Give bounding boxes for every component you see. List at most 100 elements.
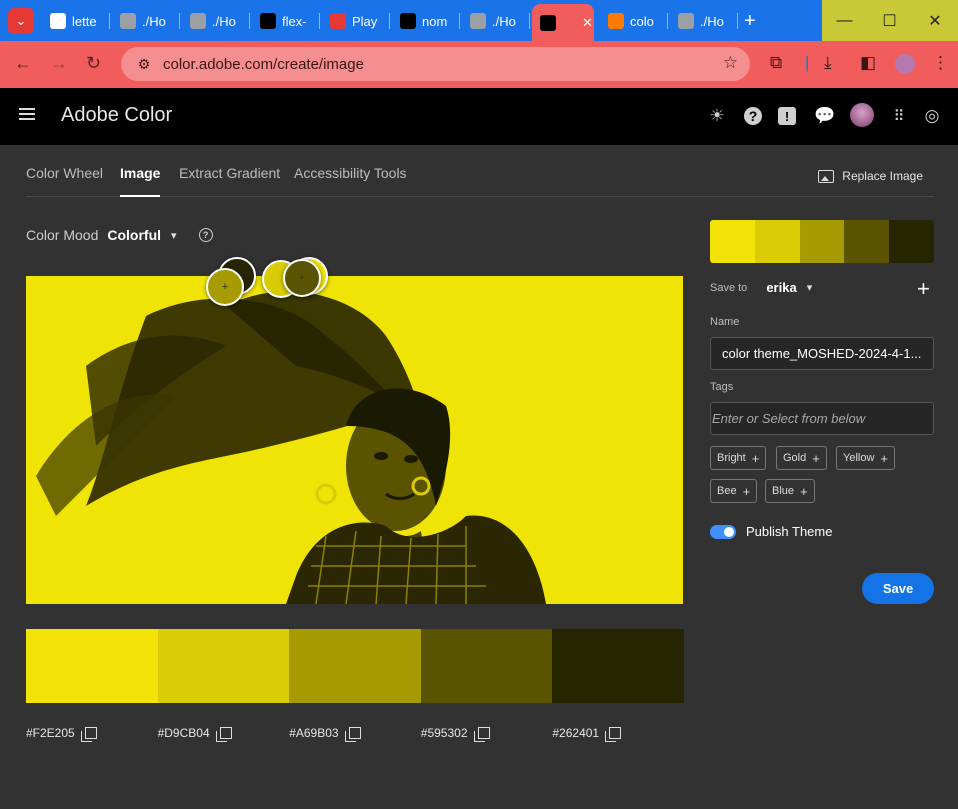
copy-icon[interactable] [80,727,97,742]
theme-swatch[interactable] [420,629,553,703]
copy-icon[interactable] [215,727,232,742]
browser-tab-label: Play [352,13,378,29]
maximize-button[interactable]: ☐ [867,0,912,41]
source-image[interactable] [26,276,683,604]
close-tab-icon[interactable]: ✕ [582,15,593,31]
publish-toggle[interactable] [710,525,736,539]
plus-icon: + [742,483,751,499]
github-icon [400,13,416,29]
hex-code-text: #595302 [420,726,468,740]
browser-tab[interactable]: lette [42,6,110,36]
preview-swatch [754,220,800,263]
hamburger-menu-icon[interactable] [19,108,35,120]
tags-input[interactable]: Enter or Select from below [710,402,934,435]
copy-icon[interactable] [605,727,622,742]
reload-icon[interactable]: ↻ [86,53,101,74]
color-mood-dropdown[interactable]: Colorful [107,227,161,243]
apps-grid-icon[interactable]: ⠿ [888,105,910,127]
bookmark-star-icon[interactable]: ☆ [723,53,738,73]
browser-tab[interactable]: ./Ho [182,6,250,36]
feedback-alert-icon[interactable]: ! [778,107,796,125]
app-header: Adobe Color ☀ ? ! 💬 ⠿ ◎ [0,88,958,145]
save-button[interactable]: Save [862,573,934,604]
address-bar[interactable]: ⚙ color.adobe.com/create/image ☆ [121,47,750,81]
minimize-button[interactable]: — [822,0,867,41]
browser-tab[interactable]: ./Ho [462,6,530,36]
tab-accessibility-tools[interactable]: Accessibility Tools [294,165,407,181]
browser-tab[interactable]: colo [600,6,668,36]
tag-label: Bright [717,452,746,464]
tab-separator [667,13,668,29]
tab-image[interactable]: Image [120,165,161,197]
tags-label: Tags [710,381,734,393]
theme-sun-icon[interactable]: ☀ [706,105,728,127]
back-icon[interactable]: ← [14,53,32,74]
chevron-down-icon[interactable]: ▾ [807,281,813,294]
copy-icon[interactable] [344,727,361,742]
tab-color-wheel[interactable]: Color Wheel [26,165,103,181]
theme-swatch[interactable] [552,629,684,703]
browser-tab[interactable]: ./Ho [112,6,180,36]
preview-swatch [844,220,890,263]
download-icon[interactable]: ⤓ [824,53,832,73]
tab-separator [179,13,180,29]
add-library-button[interactable]: + [917,276,930,302]
globe-icon [190,13,206,29]
help-icon[interactable]: ? [744,107,762,125]
forward-icon[interactable]: → [50,53,68,74]
extensions-icon[interactable]: ⧉ [770,53,782,73]
preview-swatch [710,220,755,263]
hex-code-item: #D9CB04 [158,726,290,742]
close-window-button[interactable]: ✕ [912,0,958,41]
side-panel-icon[interactable]: ◧ [860,53,876,73]
color-mood-selector: Color Mood Colorful ▾ ? [26,227,213,243]
chat-icon[interactable]: 💬 [814,105,836,127]
color-picker-3[interactable]: + [206,268,244,306]
tag-chip[interactable]: Blue + [765,479,815,503]
browser-tab[interactable]: flex- [252,6,320,36]
browser-tab-label: ./Ho [142,13,166,29]
name-label: Name [710,316,740,328]
replace-image-label: Replace Image [842,169,923,183]
browser-tab[interactable]: ✕ [532,4,594,41]
profile-avatar[interactable] [895,54,915,74]
hex-code-item: #595302 [420,726,553,742]
tag-label: Blue [772,485,795,497]
globe-icon [678,13,694,29]
browser-tab-label: ./Ho [212,13,236,29]
divider-icon: | [805,53,810,72]
tag-chip[interactable]: Yellow + [836,446,895,470]
color-picker-4[interactable]: + [283,259,321,297]
theme-name-input[interactable]: color theme_MOSHED-2024-4-1... [710,337,934,370]
tag-chip[interactable]: Gold + [776,446,827,470]
replace-image-button[interactable]: Replace Image [818,169,923,183]
tab-separator [529,13,530,29]
library-dropdown[interactable]: erika [766,280,796,295]
tab-search-button[interactable]: ⌄ [8,8,34,34]
theme-swatch[interactable] [289,629,421,703]
tag-chip[interactable]: Bright + [710,446,767,470]
tab-extract-gradient[interactable]: Extract Gradient [179,165,280,181]
browser-tab[interactable]: Play [322,6,390,36]
help-circle-icon[interactable]: ? [198,228,213,242]
browser-tab[interactable]: nom [392,6,460,36]
mode-tabs: Color Wheel Image Extract Gradient Acces… [26,145,934,197]
menu-kebab-icon[interactable]: ⋮ [932,53,949,73]
creative-cloud-icon[interactable]: ◎ [921,105,943,127]
theme-swatch[interactable] [26,629,158,703]
browser-tab-label: colo [630,13,654,29]
browser-tab[interactable]: ./Ho [670,6,738,36]
user-avatar[interactable] [850,103,874,127]
globe-icon [120,13,136,29]
new-tab-button[interactable]: + [744,10,756,33]
site-info-icon[interactable]: ⚙ [129,56,159,73]
hex-code-text: #F2E205 [26,726,75,740]
tag-chip[interactable]: Bee + [710,479,758,503]
tab-separator [389,13,390,29]
hex-code-item: #262401 [552,726,684,742]
tab-separator [319,13,320,29]
copy-icon[interactable] [473,727,490,742]
tab-separator [249,13,250,29]
chevron-down-icon[interactable]: ▾ [171,229,177,242]
theme-swatch[interactable] [157,629,290,703]
